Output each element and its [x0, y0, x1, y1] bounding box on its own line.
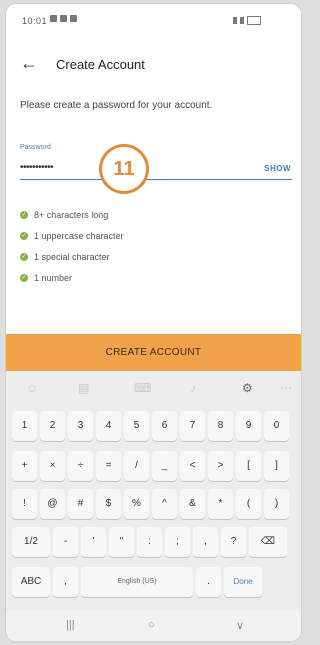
key[interactable]: = — [96, 451, 121, 481]
key[interactable]: - — [53, 527, 78, 557]
key[interactable]: + — [12, 451, 37, 481]
done-key[interactable]: Done — [224, 567, 262, 597]
requirement-item: ✓ 8+ characters long — [20, 209, 109, 220]
wifi-icon — [233, 17, 237, 24]
key[interactable]: 2 — [40, 411, 65, 441]
key-row: 1 2 3 4 5 6 7 8 9 0 — [12, 411, 289, 441]
password-input[interactable]: ••••••••••• — [20, 162, 54, 173]
abc-key[interactable]: ABC — [12, 567, 50, 597]
key[interactable]: # — [68, 489, 93, 519]
phone-screen: 10:01 ← Create Account Please create a p… — [6, 4, 301, 641]
key[interactable]: ( — [236, 489, 261, 519]
key[interactable]: ÷ — [68, 451, 93, 481]
show-password-button[interactable]: SHOW — [264, 164, 291, 173]
key[interactable]: 7 — [180, 411, 205, 441]
keyboard-toolbar: ☺ ▤ ⌨ ♪ ⚙ ⋯ — [6, 371, 301, 407]
instruction-text: Please create a password for your accoun… — [20, 100, 213, 111]
check-icon: ✓ — [20, 231, 28, 240]
key-row: ! @ # $ % ^ & * ( ) — [12, 489, 289, 519]
key[interactable]: " — [109, 527, 134, 557]
password-label: Password — [20, 144, 51, 151]
keyboard: ☺ ▤ ⌨ ♪ ⚙ ⋯ 1 2 3 4 5 6 7 8 9 0 + × ÷ = … — [6, 371, 301, 611]
key[interactable]: @ — [40, 489, 65, 519]
key[interactable]: 0 — [264, 411, 289, 441]
key[interactable]: ? — [221, 527, 246, 557]
key[interactable]: ; — [165, 527, 190, 557]
key[interactable]: . — [196, 567, 221, 597]
key[interactable]: 5 — [124, 411, 149, 441]
battery-icon — [247, 16, 261, 25]
recent-apps-icon[interactable]: ||| — [66, 619, 75, 631]
key[interactable]: : — [137, 527, 162, 557]
requirement-item: ✓ 1 special character — [20, 251, 110, 262]
navigation-bar: ||| ○ ∨ — [6, 611, 301, 641]
home-icon[interactable]: ○ — [148, 619, 155, 631]
clipboard-icon[interactable]: ▤ — [78, 381, 89, 395]
key[interactable]: > — [208, 451, 233, 481]
key[interactable]: _ — [152, 451, 177, 481]
key[interactable]: < — [180, 451, 205, 481]
space-key[interactable]: English (US) — [81, 567, 193, 597]
status-time: 10:01 — [22, 16, 48, 26]
key[interactable]: ) — [264, 489, 289, 519]
keyboard-layout-icon[interactable]: ⌨ — [134, 381, 151, 395]
back-arrow-icon[interactable]: ← — [20, 53, 38, 74]
page-title: Create Account — [56, 57, 145, 72]
requirement-item: ✓ 1 uppercase character — [20, 230, 124, 241]
key[interactable]: ! — [12, 489, 37, 519]
key[interactable]: [ — [236, 451, 261, 481]
voice-icon[interactable]: ♪ — [190, 381, 196, 395]
key[interactable]: , — [53, 567, 78, 597]
step-number-badge: 11 — [99, 144, 149, 194]
nav-back-icon[interactable]: ∨ — [236, 619, 244, 632]
app-bar: ← Create Account — [6, 44, 301, 84]
key[interactable]: / — [124, 451, 149, 481]
key[interactable]: ] — [264, 451, 289, 481]
check-icon: ✓ — [20, 252, 28, 261]
key[interactable]: 6 — [152, 411, 177, 441]
password-underline — [20, 179, 292, 180]
check-icon: ✓ — [20, 273, 28, 282]
gear-icon[interactable]: ⚙ — [242, 381, 253, 395]
key[interactable]: , — [193, 527, 218, 557]
key-row: 1/2 - ' " : ; , ? ⌫ — [12, 527, 287, 557]
signal-icon — [240, 17, 244, 24]
key[interactable]: % — [124, 489, 149, 519]
notification-icons — [50, 15, 77, 22]
check-icon: ✓ — [20, 210, 28, 219]
key[interactable]: 9 — [236, 411, 261, 441]
more-icon[interactable]: ⋯ — [280, 381, 292, 395]
emoji-icon[interactable]: ☺ — [26, 381, 38, 395]
key[interactable]: 4 — [96, 411, 121, 441]
password-requirements: ✓ 8+ characters long ✓ 1 uppercase charact… — [20, 204, 124, 288]
status-indicators — [233, 16, 261, 25]
requirement-item: ✓ 1 number — [20, 272, 73, 283]
key[interactable]: 1 — [12, 411, 37, 441]
key[interactable]: * — [208, 489, 233, 519]
key[interactable]: ^ — [152, 489, 177, 519]
key[interactable]: $ — [96, 489, 121, 519]
key[interactable]: 8 — [208, 411, 233, 441]
create-account-button[interactable]: CREATE ACCOUNT — [6, 334, 301, 371]
key[interactable]: × — [40, 451, 65, 481]
backspace-icon[interactable]: ⌫ — [249, 527, 287, 557]
page-toggle-key[interactable]: 1/2 — [12, 527, 50, 557]
key[interactable]: ' — [81, 527, 106, 557]
key-row: ABC , English (US) . Done — [12, 567, 262, 597]
key[interactable]: 3 — [68, 411, 93, 441]
key-row: + × ÷ = / _ < > [ ] — [12, 451, 289, 481]
status-bar: 10:01 — [6, 4, 301, 36]
key[interactable]: & — [180, 489, 205, 519]
